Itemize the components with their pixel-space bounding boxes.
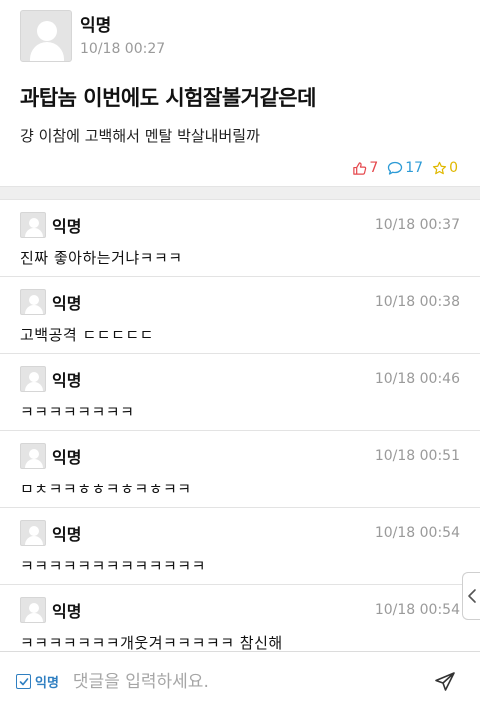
side-panel-toggle[interactable] <box>462 572 480 620</box>
comment-time: 10/18 00:46 <box>374 371 460 387</box>
anonymous-checkbox[interactable] <box>16 674 31 689</box>
post-body: 걍 이참에 고백해서 멘탈 박살내버릴까 <box>20 127 260 145</box>
like-count[interactable]: 7 <box>352 160 378 176</box>
comment-time: 10/18 00:37 <box>374 217 460 233</box>
comment-time: 10/18 00:51 <box>374 448 460 464</box>
avatar <box>20 443 46 469</box>
avatar <box>20 520 46 546</box>
comment-list: 익명 10/18 00:37 진짜 좋아하는거냐ㅋㅋㅋ 익명 10/18 00:… <box>0 200 480 662</box>
comment-time: 10/18 00:38 <box>374 294 460 310</box>
comment-text: ㅁㅊㅋㅋㅎㅎㅋㅎㅋㅎㅋㅋ <box>20 480 192 498</box>
like-count-value: 7 <box>369 160 379 176</box>
comment-text: 진짜 좋아하는거냐ㅋㅋㅋ <box>20 249 183 267</box>
anonymous-toggle[interactable]: 익명 <box>16 672 59 691</box>
avatar <box>20 289 46 315</box>
send-icon <box>435 671 455 691</box>
send-button[interactable] <box>430 667 460 697</box>
comment-author: 익명 <box>52 525 82 544</box>
thumbs-up-icon <box>353 161 367 175</box>
comment-author: 익명 <box>52 217 82 236</box>
comment-item[interactable]: 익명 10/18 00:46 ㅋㅋㅋㅋㅋㅋㅋㅋ <box>0 354 480 431</box>
post: 익명 10/18 00:27 과탑놈 이번에도 시험잘볼거같은데 걍 이참에 고… <box>0 0 480 186</box>
comment-item[interactable]: 익명 10/18 00:37 진짜 좋아하는거냐ㅋㅋㅋ <box>0 200 480 277</box>
comment-time: 10/18 00:54 <box>374 602 460 618</box>
comment-count[interactable]: 17 <box>387 160 423 176</box>
scrap-count-value: 0 <box>449 160 458 176</box>
post-title: 과탑놈 이번에도 시험잘볼거같은데 <box>20 86 316 110</box>
comment-author: 익명 <box>52 371 82 390</box>
comment-count-value: 17 <box>405 160 424 176</box>
post-stats: 7 17 0 <box>20 160 458 176</box>
comment-item[interactable]: 익명 10/18 00:54 ㅋㅋㅋㅋㅋㅋㅋㅋㅋㅋㅋㅋㅋ <box>0 508 480 585</box>
chevron-left-icon <box>467 589 476 603</box>
post-time: 10/18 00:27 <box>80 41 166 57</box>
avatar <box>20 597 46 623</box>
anonymous-label: 익명 <box>35 676 59 691</box>
scrap-count[interactable]: 0 <box>432 160 458 176</box>
checkmark-icon <box>19 677 28 685</box>
post-meta: 익명 10/18 00:27 <box>80 15 165 57</box>
avatar <box>20 10 72 62</box>
post-header: 익명 10/18 00:27 <box>20 10 458 62</box>
avatar <box>20 366 46 392</box>
post-author: 익명 <box>80 16 112 36</box>
comment-input[interactable] <box>72 671 430 692</box>
comment-text: 고백공격 ㄷㄷㄷㄷㄷ <box>20 326 154 344</box>
avatar <box>20 212 46 238</box>
comment-time: 10/18 00:54 <box>374 525 460 541</box>
comment-item[interactable]: 익명 10/18 00:38 고백공격 ㄷㄷㄷㄷㄷ <box>0 277 480 354</box>
star-icon <box>432 161 447 174</box>
comment-composer: 익명 <box>0 651 480 711</box>
speech-bubble-icon <box>388 161 403 175</box>
comment-author: 익명 <box>52 294 82 313</box>
comment-text: ㅋㅋㅋㅋㅋㅋㅋ개웃겨ㅋㅋㅋㅋㅋ 참신해 <box>20 634 283 652</box>
section-divider <box>0 186 480 200</box>
comment-author: 익명 <box>52 602 82 621</box>
comment-text: ㅋㅋㅋㅋㅋㅋㅋㅋ <box>20 403 135 421</box>
comment-item[interactable]: 익명 10/18 00:51 ㅁㅊㅋㅋㅎㅎㅋㅎㅋㅎㅋㅋ <box>0 431 480 508</box>
comment-text: ㅋㅋㅋㅋㅋㅋㅋㅋㅋㅋㅋㅋㅋ <box>20 557 206 575</box>
comment-author: 익명 <box>52 448 82 467</box>
